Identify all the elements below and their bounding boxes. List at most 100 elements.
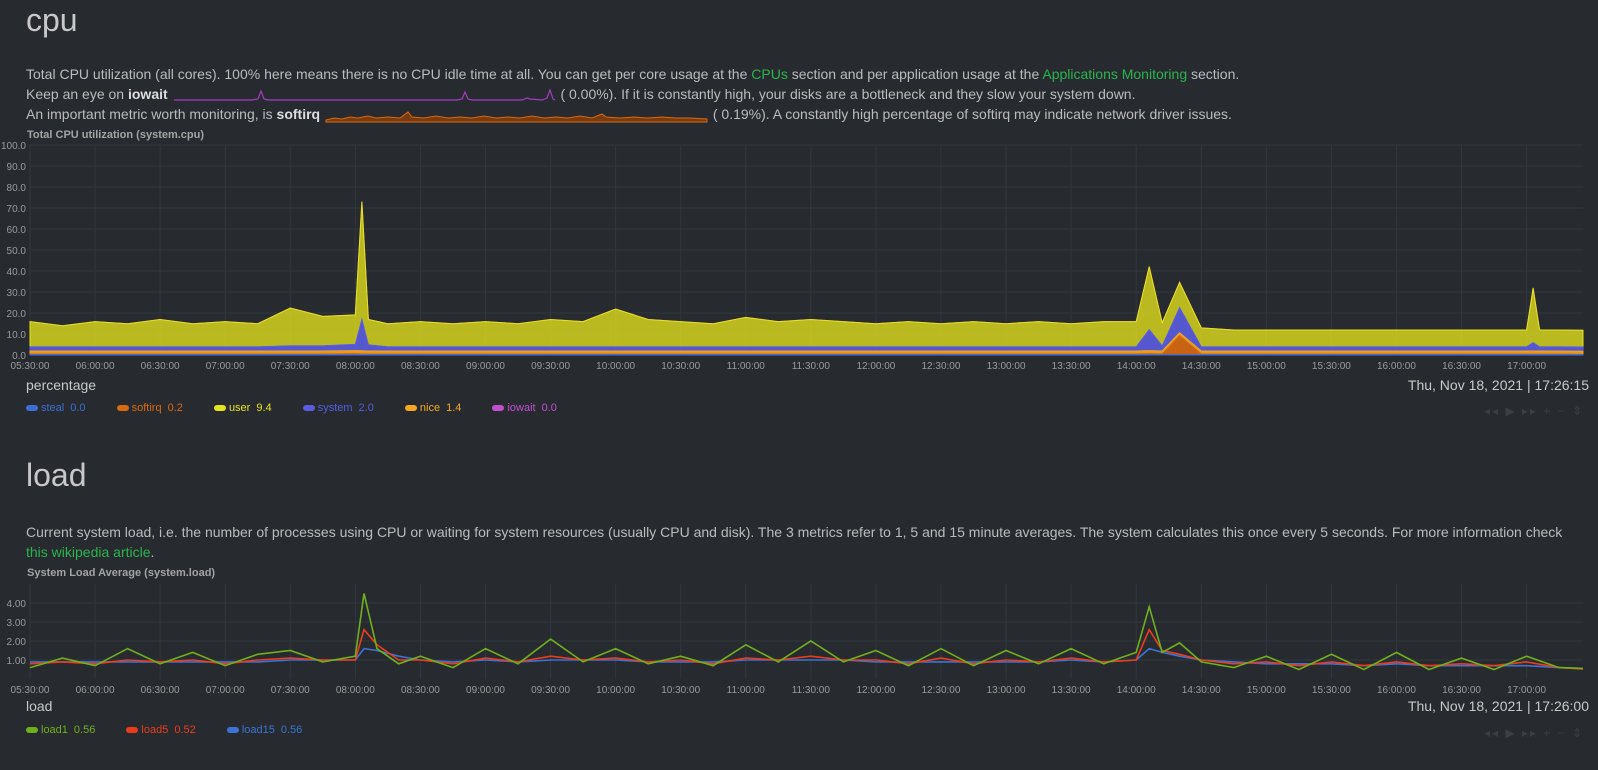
legend-label: softirq (131, 402, 162, 414)
x-tick-label: 16:00:00 (1377, 685, 1416, 695)
x-tick-label: 08:30:00 (401, 685, 440, 695)
legend-swatch (26, 727, 38, 734)
cpu-desc-text: Total CPU utilization (all cores). 100% … (26, 66, 752, 82)
x-tick-label: 16:30:00 (1442, 361, 1481, 372)
legend-item-load15[interactable]: load15 0.56 (226, 724, 303, 736)
cpu-desc-text: section and per application usage at the (787, 66, 1043, 82)
cpu-desc-text: section. (1187, 66, 1240, 82)
x-tick-label: 06:00:00 (76, 685, 115, 695)
area-series-user (29, 201, 1584, 348)
y-tick-label: 40.0 (7, 267, 27, 278)
legend-item-load1[interactable]: load1 0.56 (26, 724, 95, 736)
cpu-chart-units: percentage (26, 377, 97, 393)
load-chart-units: load (26, 698, 53, 714)
legend-value: 0.56 (73, 724, 96, 736)
legend-item-nice[interactable]: nice 1.4 (404, 402, 461, 414)
x-tick-label: 06:30:00 (141, 361, 180, 372)
x-tick-label: 14:00:00 (1117, 361, 1156, 372)
x-tick-label: 17:00:00 (1507, 361, 1546, 372)
y-tick-label: 3.00 (7, 618, 27, 629)
cpu-chart-timestamp: Thu, Nov 18, 2021 | 17:26:15 (1407, 377, 1589, 393)
y-tick-label: 70.0 (7, 204, 27, 215)
iowait-value-text: ( 0.00%). If it is constantly high, your… (560, 86, 1136, 102)
cpu-desc-text: Keep an eye on (26, 86, 128, 102)
x-tick-label: 06:00:00 (76, 361, 115, 372)
legend-swatch (302, 405, 315, 412)
y-tick-label: 4.00 (7, 599, 27, 610)
x-tick-label: 14:30:00 (1182, 361, 1221, 372)
legend-label: user (228, 402, 251, 414)
x-tick-label: 16:30:00 (1442, 685, 1481, 695)
y-tick-label: 10.0 (7, 330, 27, 341)
x-tick-label: 10:30:00 (661, 685, 700, 695)
legend-value: 0.0 (541, 402, 557, 414)
line-series-load15 (30, 647, 1584, 670)
x-tick-label: 07:30:00 (271, 361, 310, 372)
cpu-desc-text: An important metric worth monitoring, is (26, 106, 277, 122)
x-tick-label: 09:30:00 (531, 361, 570, 372)
x-tick-label: 12:30:00 (922, 361, 961, 372)
legend-item-softirq[interactable]: softirq 0.2 (116, 402, 183, 414)
x-tick-label: 15:00:00 (1247, 361, 1286, 372)
cpus-link[interactable]: CPUs (751, 66, 788, 82)
legend-swatch (126, 727, 139, 734)
y-tick-label: 60.0 (7, 225, 27, 236)
x-tick-label: 12:00:00 (856, 685, 895, 695)
legend-value: 0.52 (174, 724, 196, 736)
y-tick-label: 90.0 (7, 162, 27, 173)
x-tick-label: 10:30:00 (661, 361, 700, 372)
iowait-sparkline (173, 88, 555, 101)
legend-label: load5 (141, 724, 169, 736)
legend-item-system[interactable]: system 2.0 (302, 402, 374, 414)
line-series-load1 (29, 593, 1584, 671)
x-tick-label: 08:30:00 (401, 361, 440, 372)
legend-item-steal[interactable]: steal 0.0 (26, 402, 86, 414)
wikipedia-article-link[interactable]: this wikipedia article (26, 544, 151, 560)
legend-swatch (492, 405, 505, 412)
x-tick-label: 13:00:00 (987, 685, 1026, 695)
x-tick-label: 09:30:00 (531, 685, 570, 695)
load-section: load Current system load, i.e. the numbe… (0, 455, 1598, 770)
cpu-description-line1: Total CPU utilization (all cores). 100% … (26, 64, 1239, 84)
x-tick-label: 07:30:00 (271, 685, 310, 695)
legend-label: iowait (507, 402, 536, 414)
cpu-chart-toolbar[interactable]: ◂◂ ▶ ▸▸ + − ⇕ (1484, 404, 1584, 418)
cpu-chart[interactable]: 0.010.020.030.040.050.060.070.080.090.01… (0, 140, 1598, 375)
x-tick-label: 06:30:00 (141, 685, 180, 695)
x-tick-label: 13:00:00 (987, 361, 1026, 372)
legend-value: 9.4 (256, 402, 272, 414)
legend-label: load1 (41, 724, 68, 736)
load-legend: load1 0.56 load5 0.52 load15 0.56 (26, 724, 330, 736)
applications-monitoring-link[interactable]: Applications Monitoring (1042, 66, 1187, 82)
legend-swatch (213, 405, 226, 412)
x-tick-label: 09:00:00 (466, 361, 505, 372)
y-tick-label: 20.0 (7, 309, 27, 320)
load-section-title: load (26, 457, 87, 493)
legend-label: nice (419, 402, 441, 414)
x-tick-label: 14:00:00 (1117, 685, 1156, 695)
cpu-legend: steal 0.0 softirq 0.2 user 9.4 system 2.0 ni… (26, 402, 585, 414)
load-chart[interactable]: 1.00 2.00 3.00 4.00 05:30:00 06:00:00 06:30:00… (0, 579, 1598, 695)
x-tick-label: 11:30:00 (792, 361, 831, 372)
x-tick-label: 16:00:00 (1377, 361, 1416, 372)
legend-label: steal (41, 402, 65, 414)
softirq-sparkline (325, 111, 708, 123)
x-tick-label: 09:00:00 (466, 685, 505, 695)
x-tick-label: 14:30:00 (1182, 685, 1221, 695)
load-chart-toolbar[interactable]: ◂◂ ▶ ▸▸ + − ⇕ (1484, 726, 1584, 740)
x-tick-label: 15:30:00 (1312, 361, 1351, 372)
legend-swatch (26, 405, 38, 412)
legend-item-user[interactable]: user 9.4 (213, 402, 272, 414)
x-tick-label: 10:00:00 (596, 685, 635, 695)
legend-item-iowait[interactable]: iowait 0.0 (492, 402, 557, 414)
x-tick-label: 12:30:00 (922, 685, 961, 695)
legend-value: 2.0 (358, 402, 374, 414)
cpu-section: cpu Total CPU utilization (all cores). 1… (0, 0, 1598, 430)
x-tick-label: 15:30:00 (1312, 685, 1351, 695)
load-description-line1: Current system load, i.e. the number of … (26, 524, 1563, 540)
legend-value: 0.56 (280, 724, 303, 736)
y-tick-label: 80.0 (7, 183, 27, 194)
load-chart-timestamp: Thu, Nov 18, 2021 | 17:26:00 (1407, 698, 1589, 714)
legend-swatch (226, 727, 239, 734)
legend-item-load5[interactable]: load5 0.52 (126, 724, 196, 736)
